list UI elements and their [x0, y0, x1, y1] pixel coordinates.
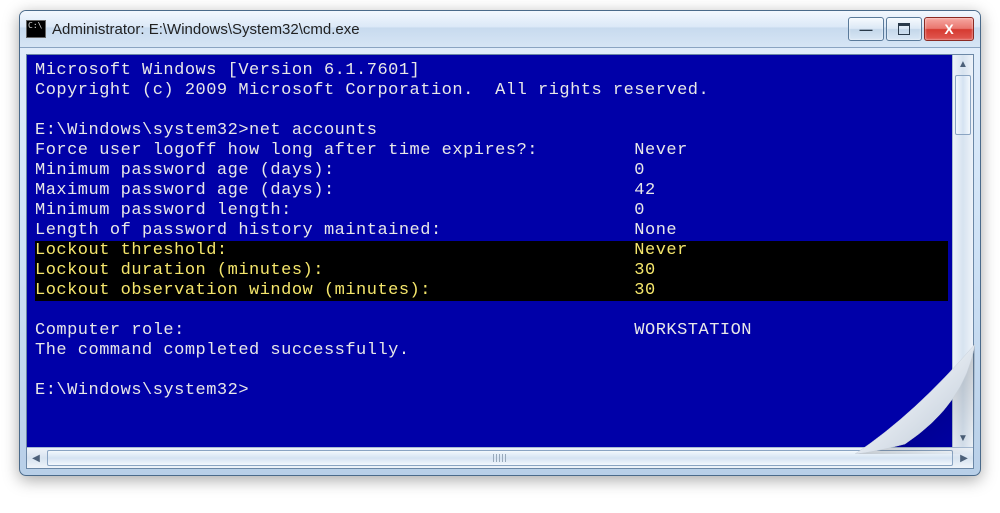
window-title: Administrator: E:\Windows\System32\cmd.e…: [52, 21, 846, 38]
close-button[interactable]: X: [924, 17, 974, 41]
terminal-output[interactable]: Microsoft Windows [Version 6.1.7601] Cop…: [27, 55, 952, 447]
horizontal-scroll-track[interactable]: [45, 448, 955, 468]
minimize-icon: —: [860, 23, 873, 36]
scroll-up-icon[interactable]: ▲: [953, 55, 973, 73]
vertical-scroll-thumb[interactable]: [955, 75, 971, 135]
maximize-button[interactable]: [886, 17, 922, 41]
maximize-icon: [898, 23, 910, 35]
horizontal-scrollbar[interactable]: ◀ ▶: [27, 447, 973, 468]
scroll-left-icon[interactable]: ◀: [27, 448, 45, 468]
vertical-scroll-track[interactable]: [953, 137, 973, 429]
titlebar[interactable]: Administrator: E:\Windows\System32\cmd.e…: [20, 11, 980, 48]
vertical-scrollbar[interactable]: ▲ ▼: [952, 55, 973, 447]
minimize-button[interactable]: —: [848, 17, 884, 41]
cmd-icon: [26, 20, 46, 38]
scroll-down-icon[interactable]: ▼: [953, 429, 973, 447]
window-controls: — X: [846, 17, 974, 41]
close-icon: X: [944, 22, 953, 36]
scroll-right-icon[interactable]: ▶: [955, 448, 973, 468]
horizontal-scroll-thumb[interactable]: [47, 450, 953, 466]
cmd-window: Administrator: E:\Windows\System32\cmd.e…: [19, 10, 981, 476]
client-area: Microsoft Windows [Version 6.1.7601] Cop…: [26, 54, 974, 469]
